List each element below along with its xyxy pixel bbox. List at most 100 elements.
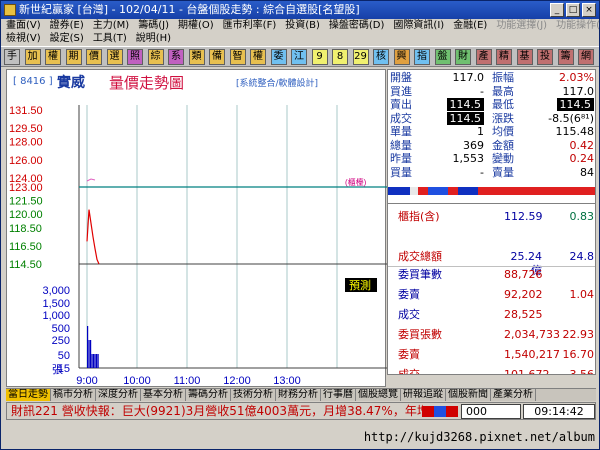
price-tick-label: 116.50 (9, 241, 42, 253)
summary-change: 24.8 (569, 250, 595, 263)
toolbar-button[interactable]: 綜 (147, 49, 164, 65)
price-tick-label: 131.50 (9, 105, 43, 117)
menu-item[interactable]: 檢視(V) (1, 32, 45, 45)
menu-item[interactable]: 金融(E) (448, 19, 491, 32)
menu-item[interactable]: 期權(O) (173, 19, 218, 32)
price-tick-label: 118.50 (9, 223, 42, 235)
window-title: 新世紀贏家 [台灣] - 102/04/11 - 台盤個股走勢 : 綜合自選股[… (19, 3, 360, 16)
menu-item[interactable]: 國際資訊(I) (388, 19, 448, 32)
analysis-tab[interactable]: 產業分析 (491, 389, 536, 401)
summary-value: 101,672 (504, 368, 550, 375)
menu-item[interactable]: 功能選擇(J) (491, 19, 551, 32)
menu-item[interactable]: 主力(M) (88, 19, 133, 32)
toolbar-button[interactable]: 產 (475, 49, 492, 65)
menu-item[interactable]: 工具(T) (88, 32, 131, 45)
toolbar-button[interactable]: 基 (516, 49, 533, 65)
toolbar-button[interactable]: 8 (332, 49, 348, 65)
menu-item[interactable]: 畫面(V) (1, 19, 45, 32)
quote-value: 2.03% (559, 71, 594, 84)
toolbar-button[interactable]: 照 (127, 49, 143, 65)
analysis-tab[interactable]: 財務分析 (276, 389, 321, 401)
industry-label[interactable]: [系統整合/軟體設計] (236, 76, 318, 89)
toolbar-button[interactable]: 權 (250, 49, 266, 65)
watermark-url: http://kujd3268.pixnet.net/album (363, 430, 595, 444)
quote-label: 總量 (390, 138, 412, 152)
summary-label: 櫃指(含) (398, 210, 440, 223)
analysis-tab[interactable]: 技術分析 (231, 389, 276, 401)
toolbar-button[interactable]: 投 (537, 49, 553, 65)
toolbar-button[interactable]: 選 (106, 49, 123, 65)
toolbar-button[interactable]: 9 (311, 49, 328, 65)
minimize-button[interactable]: _ (550, 3, 564, 17)
volume-bar (94, 354, 96, 368)
toolbar-button[interactable]: 加 (24, 49, 41, 65)
menu-item[interactable]: 操盤密碼(D) (324, 19, 389, 32)
analysis-tab[interactable]: 基本分析 (141, 389, 186, 401)
quote-label: 賣量 (492, 165, 514, 179)
volume-bar (96, 354, 98, 368)
time-tick-label: 13:00 (273, 375, 301, 387)
summary-value: 112.59 (504, 210, 543, 223)
analysis-tab[interactable]: 個股總覽 (356, 389, 401, 401)
toolbar-button[interactable]: 類 (188, 49, 205, 65)
summary-row: 成交總額 25.24億 24.8 (388, 250, 595, 277)
close-button[interactable]: × (582, 3, 596, 17)
toolbar-button[interactable]: 網 (578, 49, 594, 65)
toolbar-button[interactable]: 29 (352, 49, 369, 65)
menu-item[interactable]: 籌碼(J) (133, 19, 173, 32)
quote-value: - (480, 165, 484, 179)
analysis-tab[interactable]: 稿市分析 (51, 389, 96, 401)
toolbar-button[interactable]: 權 (45, 49, 61, 65)
quote-label: 買量 (390, 165, 412, 179)
toolbar-button[interactable]: 核 (373, 49, 389, 65)
summary-row: 櫃指(含) 112.59 0.83 (388, 210, 595, 224)
toolbar-button[interactable]: 財 (455, 49, 471, 65)
ratio-segment (458, 187, 478, 195)
market-label: (櫃檯) (345, 177, 367, 187)
menu-item[interactable]: 功能操作(J) (551, 19, 599, 32)
ticker-text[interactable]: 財訊221 營收快報：巨大(9921)3月營收51億4003萬元，月增38.47… (11, 403, 423, 420)
forecast-button[interactable]: 預測 (345, 278, 377, 292)
toolbar-button[interactable]: 系 (168, 49, 184, 65)
summary-row: 委買張數 2,034,733 22.93 (388, 328, 595, 342)
toolbar-button[interactable]: 盤 (434, 49, 451, 65)
toolbar-button[interactable]: 興 (393, 49, 410, 65)
analysis-tab[interactable]: 研報追蹤 (401, 389, 446, 401)
quote-value: 117.0 (562, 84, 595, 98)
menu-item[interactable]: 投資(B) (280, 19, 324, 32)
analysis-tab[interactable]: 當日走勢 (6, 389, 51, 401)
summary-value: 92,202 (504, 288, 543, 301)
analysis-tab[interactable]: 個股新聞 (446, 389, 491, 401)
toolbar-button[interactable]: 價 (86, 49, 102, 65)
analysis-tab[interactable]: 行事曆 (321, 389, 356, 401)
price-tick-label: 121.50 (9, 196, 43, 208)
toolbar-button[interactable]: 智 (229, 49, 246, 65)
quote-value: - (480, 84, 484, 98)
toolbar-button[interactable]: 江 (291, 49, 307, 65)
summary-change: 0.83 (569, 210, 595, 223)
price-tick-label: 126.00 (9, 155, 43, 167)
toolbar-button[interactable]: 委 (270, 49, 287, 65)
analysis-tab[interactable]: 籌碼分析 (186, 389, 231, 401)
volume-tick-label: 500 (52, 323, 70, 335)
menu-bar-secondary: 檢視(V) 設定(S) 工具(T) 說明(H) (1, 32, 599, 45)
analysis-tab[interactable]: 深度分析 (96, 389, 141, 401)
quote-row: 買進 - 最高 117.0 (388, 84, 595, 98)
toolbar-button[interactable]: 備 (209, 49, 225, 65)
summary-row: 委賣 92,202 1.04 (388, 288, 595, 302)
menu-item[interactable]: 證券(E) (45, 19, 88, 32)
menu-item[interactable]: 說明(H) (131, 32, 175, 45)
quote-label: 開盤 (390, 71, 412, 84)
maximize-button[interactable]: □ (566, 3, 580, 17)
menu-item[interactable]: 設定(S) (45, 32, 88, 45)
volume-bar (88, 340, 90, 368)
menu-item[interactable]: 匯市利率(F) (218, 19, 281, 32)
ticker-code-field[interactable]: 000 (461, 404, 521, 419)
toolbar-button[interactable]: 指 (414, 49, 430, 65)
toolbar-button[interactable]: 籌 (557, 49, 574, 65)
analysis-tab-bar: 當日走勢 稿市分析 深度分析 基本分析 籌碼分析 技術分析 財務分析 行事曆 個股總覽 研報追蹤個… (6, 388, 596, 401)
toolbar-button[interactable]: 手 (4, 49, 20, 65)
summary-value: 28,525 (504, 308, 543, 321)
toolbar-button[interactable]: 精 (496, 49, 512, 65)
toolbar-button[interactable]: 期 (65, 49, 82, 65)
